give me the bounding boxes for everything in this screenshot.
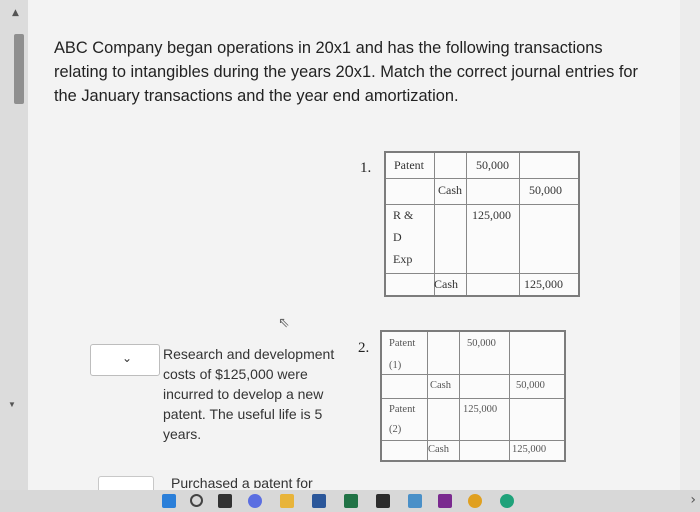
entry-number-2: 2. [358, 340, 370, 356]
account-cell: Cash [434, 277, 458, 291]
debit-cell: 50,000 [476, 158, 509, 172]
mouse-cursor-icon: ⇖ [278, 315, 290, 331]
match-prompt-1: Research and development costs of $125,0… [163, 346, 335, 442]
scroll-down-icon[interactable]: ▼ [8, 400, 16, 409]
edge-icon[interactable] [500, 494, 514, 508]
entry-number-1: 1. [360, 160, 372, 176]
credit-cell: 125,000 [512, 444, 547, 455]
account-subscript: (2) [389, 424, 402, 435]
chevron-right-icon[interactable]: › [690, 492, 696, 508]
debit-cell: 125,000 [472, 208, 511, 222]
journal-entry-2: Patent (1) 50,000 Cash 50,000 Patent (2)… [380, 330, 566, 462]
folder-icon[interactable] [280, 494, 294, 508]
credit-cell: 125,000 [524, 277, 563, 291]
app-icon[interactable] [376, 494, 390, 508]
account-cell: D [393, 230, 402, 244]
chevron-down-icon: ⌄ [122, 351, 133, 365]
divider [386, 178, 578, 179]
credit-cell: 50,000 [516, 380, 545, 391]
divider [386, 273, 578, 274]
question-text: ABC Company began operations in 20x1 and… [54, 39, 639, 105]
match-select-1[interactable]: ⌄ [90, 344, 160, 376]
store-icon[interactable] [408, 494, 422, 508]
divider [382, 398, 564, 399]
left-scrollbar[interactable]: ▲ ▼ [0, 0, 28, 490]
account-cell: R & [393, 208, 414, 222]
divider [382, 374, 564, 375]
divider [386, 204, 578, 205]
excel-icon[interactable] [344, 494, 358, 508]
account-cell: Patent [394, 158, 424, 172]
chat-icon[interactable] [248, 494, 262, 508]
scroll-thumb[interactable] [14, 34, 24, 104]
debit-cell: 125,000 [463, 404, 498, 415]
search-icon[interactable] [190, 494, 203, 507]
account-cell: Patent [389, 338, 416, 349]
credit-cell: 50,000 [529, 183, 562, 197]
account-cell: Patent [389, 404, 416, 415]
word-icon[interactable] [312, 494, 326, 508]
account-cell: Cash [428, 444, 449, 455]
journal-entry-1: Patent 50,000 Cash 50,000 R & D Exp 125,… [384, 151, 580, 297]
match-select-2[interactable] [98, 476, 154, 491]
scroll-up-icon[interactable]: ▲ [12, 8, 19, 18]
task-view-icon[interactable] [218, 494, 232, 508]
account-cell: Exp [393, 252, 413, 266]
screen: ▲ ▼ ABC Company began operations in 20x1… [0, 0, 700, 512]
match-prompt-2: Purchased a patent for [171, 475, 313, 488]
windows-icon[interactable] [162, 494, 176, 508]
question-panel: ABC Company began operations in 20x1 and… [28, 0, 680, 491]
account-subscript: (1) [389, 360, 402, 371]
taskbar: › [0, 490, 700, 512]
chrome-icon[interactable] [468, 494, 482, 508]
onenote-icon[interactable] [438, 494, 452, 508]
debit-cell: 50,000 [467, 338, 496, 349]
account-cell: Cash [430, 380, 451, 391]
account-cell: Cash [438, 183, 462, 197]
divider [382, 440, 564, 441]
